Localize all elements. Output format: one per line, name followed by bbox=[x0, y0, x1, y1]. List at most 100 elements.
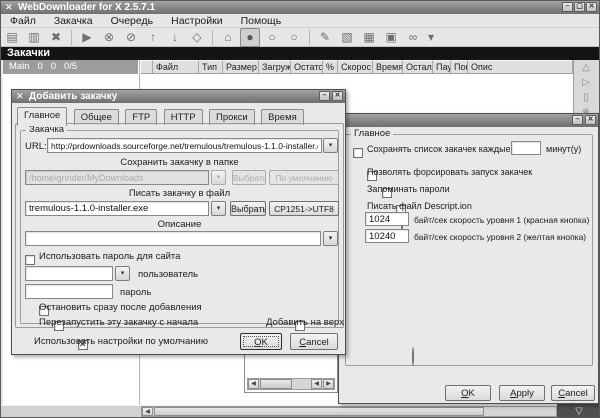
speed1-input[interactable] bbox=[365, 212, 409, 226]
toolbar-more-button[interactable]: ▾ bbox=[425, 28, 437, 47]
header-cell-icon[interactable] bbox=[141, 60, 153, 74]
encoding-button[interactable]: CP1251->UTF8 bbox=[269, 201, 339, 216]
speed1-label: байт/сек скорость уровня 1 (красная кноп… bbox=[414, 215, 589, 225]
header-cell-pause[interactable]: Пауз bbox=[433, 60, 451, 74]
url-label: URL: bbox=[25, 141, 47, 152]
settings-dialog: ‒ ✕ Главное Сохранять список закачек каж… bbox=[338, 113, 599, 404]
preferences-button[interactable]: ▧ bbox=[337, 28, 357, 47]
dialog-tabs: Главное Общее FTP HTTP Прокси Время bbox=[17, 105, 342, 124]
speed2-label: байт/сек скорость уровня 2 (желтая кнопк… bbox=[414, 232, 586, 242]
h-scrollbar[interactable]: ◀ bbox=[141, 406, 557, 417]
menu-item-settings[interactable]: Настройки bbox=[162, 14, 232, 28]
close-button[interactable]: ✕ bbox=[332, 91, 343, 101]
url-dropdown-button[interactable] bbox=[323, 138, 338, 153]
use-password-checkbox[interactable] bbox=[25, 255, 35, 265]
collapse-panel-icon[interactable]: △ bbox=[574, 62, 598, 75]
scroll-left2-icon[interactable]: ◀ bbox=[311, 379, 322, 389]
scroll-left-icon[interactable]: ◀ bbox=[142, 407, 153, 416]
minimize-button[interactable]: ‒ bbox=[562, 2, 573, 12]
toolbar-separator bbox=[212, 30, 213, 45]
downloads-header: Закачки bbox=[1, 47, 599, 60]
menu-item-file[interactable]: Файл bbox=[1, 14, 45, 28]
header-cell-loaded[interactable]: Загружен bbox=[259, 60, 291, 74]
choose-folder-button[interactable]: Выбрать bbox=[232, 170, 266, 185]
header-cell-left[interactable]: Остало bbox=[403, 60, 433, 74]
window-title: WebDownloader for X 2.5.7.1 bbox=[18, 2, 155, 13]
username-input[interactable] bbox=[25, 266, 113, 281]
file-input[interactable] bbox=[25, 201, 209, 216]
header-cell-speed[interactable]: Скорос bbox=[338, 60, 373, 74]
limits-menu-button[interactable]: ⌂ bbox=[218, 28, 238, 47]
choose-file-button[interactable]: Выбрать bbox=[230, 201, 266, 216]
save-list-checkbox[interactable] bbox=[353, 148, 363, 158]
log-scrollbar[interactable]: ◀ ◀ ▶ bbox=[247, 378, 335, 390]
speed-level-0-button[interactable]: ● bbox=[240, 28, 260, 47]
stop-after-label: Остановить сразу после добавления bbox=[39, 302, 202, 313]
drop-basket-button[interactable]: ◇ bbox=[187, 28, 207, 47]
scroll-right-icon[interactable]: ▶ bbox=[323, 379, 334, 389]
use-defaults-label: Использовать настройки по умолчанию bbox=[34, 336, 208, 347]
start-download-button[interactable]: ▶ bbox=[77, 28, 97, 47]
settings-cancel-button[interactable]: Cancel bbox=[551, 385, 595, 401]
password-input[interactable] bbox=[25, 284, 113, 299]
about-button[interactable]: ▣ bbox=[381, 28, 401, 47]
header-cell-type[interactable]: Тип bbox=[199, 60, 223, 74]
folder-dropdown-button[interactable] bbox=[211, 170, 226, 185]
header-cell-description[interactable]: Опис bbox=[468, 60, 573, 74]
header-cell-rest[interactable]: Остаток bbox=[291, 60, 323, 74]
default-folder-button[interactable]: По умолчанию bbox=[269, 170, 339, 185]
menu-item-help[interactable]: Помощь bbox=[232, 14, 291, 28]
description-input[interactable] bbox=[25, 231, 321, 246]
minimize-button[interactable]: ‒ bbox=[319, 91, 330, 101]
close-button[interactable]: ✕ bbox=[586, 2, 597, 12]
open-folder-button[interactable]: ▦ bbox=[359, 28, 379, 47]
minimize-button[interactable]: ‒ bbox=[572, 115, 583, 125]
header-cell-size[interactable]: Размер bbox=[223, 60, 259, 74]
move-up-button[interactable]: ↑ bbox=[143, 28, 163, 47]
maximize-button[interactable]: ▢ bbox=[574, 2, 585, 12]
settings-ok-button[interactable]: OK bbox=[445, 385, 491, 401]
clean-list-button[interactable]: ✎ bbox=[315, 28, 335, 47]
speed-level-1-button[interactable]: ○ bbox=[262, 28, 282, 47]
window-icon: ✕ bbox=[5, 2, 13, 13]
menu-item-queue[interactable]: Очередь bbox=[102, 14, 163, 28]
tab-main[interactable]: Главное bbox=[17, 107, 67, 126]
save-folder-label: Сохранить закачку в папке bbox=[20, 157, 339, 168]
speed2-input[interactable] bbox=[365, 229, 409, 243]
add-dialog-title: Добавить закачку bbox=[29, 91, 117, 102]
header-cell-file[interactable]: Файл bbox=[153, 60, 199, 74]
add-download-dialog: ✕ Добавить закачку ‒ ✕ Главное Общее FTP… bbox=[11, 89, 346, 355]
link-clipboard-button[interactable]: ∞ bbox=[403, 28, 423, 47]
move-down-button[interactable]: ↓ bbox=[165, 28, 185, 47]
stop-download-button[interactable]: ⊗ bbox=[99, 28, 119, 47]
username-dropdown-button[interactable] bbox=[115, 266, 130, 281]
header-cell-attempts[interactable]: Попы bbox=[451, 60, 468, 74]
toolbar: ▤ ▥ ✖ ▶ ⊗ ⊘ ↑ ↓ ◇ ⌂ ● ○ ○ ✎ ▧ ▦ ▣ ∞ ▾ bbox=[1, 28, 599, 47]
header-cell-percent[interactable]: % bbox=[323, 60, 338, 74]
file-label: Писать закачку в файл bbox=[20, 188, 339, 199]
add-from-clipboard-button[interactable]: ▥ bbox=[24, 28, 44, 47]
add-ok-button[interactable]: OK bbox=[240, 333, 282, 350]
delete-download-button[interactable]: ✖ bbox=[46, 28, 66, 47]
save-interval-input[interactable] bbox=[511, 141, 541, 155]
folder-input[interactable] bbox=[25, 170, 209, 185]
scroll-thumb[interactable] bbox=[154, 407, 484, 416]
menu-item-download[interactable]: Закачка bbox=[45, 14, 102, 28]
basket-button[interactable]: ▽ bbox=[557, 404, 600, 418]
add-dialog-titlebar: ✕ Добавить закачку ‒ ✕ bbox=[12, 90, 345, 103]
close-button[interactable]: ✕ bbox=[585, 115, 596, 125]
add-download-button[interactable]: ▤ bbox=[2, 28, 22, 47]
stop-all-button[interactable]: ⊘ bbox=[121, 28, 141, 47]
settings-apply-button[interactable]: Apply bbox=[499, 385, 545, 401]
scroll-left-icon[interactable]: ◀ bbox=[248, 379, 259, 389]
speed-indicator-icon[interactable]: ▷ bbox=[574, 77, 598, 90]
description-dropdown-button[interactable] bbox=[323, 231, 338, 246]
file-dropdown-button[interactable] bbox=[211, 201, 226, 216]
add-cancel-button[interactable]: Cancel bbox=[290, 333, 338, 350]
scroll-thumb[interactable] bbox=[260, 379, 292, 389]
trash-icon[interactable]: ▯ bbox=[574, 92, 598, 105]
speed-level-2-button[interactable]: ○ bbox=[284, 28, 304, 47]
url-input[interactable] bbox=[47, 138, 322, 153]
tree-item-main[interactable]: Main 0 0 0/5 bbox=[3, 60, 138, 74]
header-cell-time[interactable]: Время bbox=[373, 60, 403, 74]
